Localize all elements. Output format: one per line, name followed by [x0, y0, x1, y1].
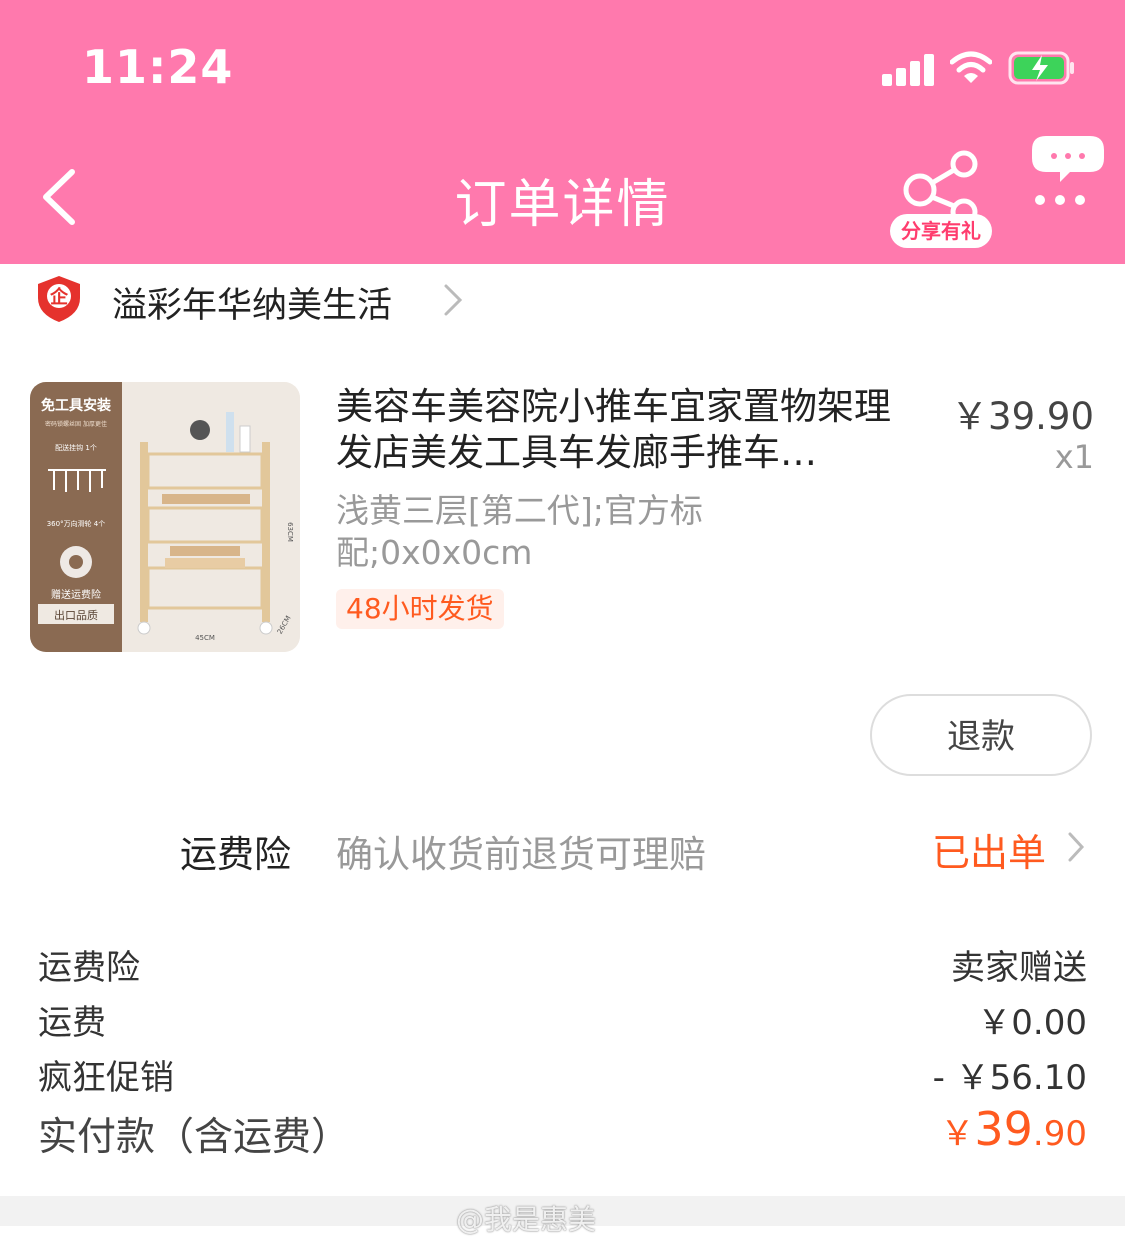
- status-time: 11:24: [82, 40, 234, 94]
- svg-text:45CM: 45CM: [195, 634, 215, 642]
- summary-label: 运费: [38, 1003, 106, 1043]
- total-currency: ￥: [940, 1114, 975, 1154]
- summary-label: 运费险: [38, 948, 140, 988]
- total-paid-amount: ￥39.90: [940, 1102, 1087, 1156]
- battery-icon: [1008, 51, 1074, 85]
- product-quantity: x1: [1054, 438, 1094, 476]
- svg-text:出口品质: 出口品质: [54, 608, 98, 622]
- product-title[interactable]: 美容车美容院小推车宜家置物架理发店美发工具车发廊手推车…: [336, 384, 916, 476]
- svg-text:360°万向滑轮 4个: 360°万向滑轮 4个: [47, 519, 106, 528]
- total-decimal: .90: [1032, 1114, 1087, 1154]
- summary-label: 疯狂促销: [38, 1058, 174, 1098]
- svg-text:密码锁螺丝固 加厚更佳: 密码锁螺丝固 加厚更佳: [45, 420, 107, 428]
- product-spec: 浅黄三层[第二代];官方标配;0x0x0cm: [336, 491, 703, 572]
- shipping-insurance-description: 确认收货前退货可理赔: [336, 833, 706, 876]
- product-image[interactable]: 免工具安装 密码锁螺丝固 加厚更佳 配送挂钩 1个 360°万向滑轮 4个 赠送…: [30, 382, 300, 652]
- cellular-signal-icon: [882, 52, 936, 86]
- summary-value: 卖家赠送: [951, 948, 1087, 988]
- enterprise-shield-icon: 企: [36, 274, 82, 324]
- svg-text:63CM: 63CM: [286, 522, 294, 542]
- svg-text:免工具安装: 免工具安装: [41, 397, 112, 414]
- chevron-right-icon[interactable]: [1064, 830, 1088, 864]
- total-integer: 39: [974, 1102, 1033, 1156]
- product-price: ￥39.90: [951, 395, 1094, 438]
- chevron-right-icon[interactable]: [438, 282, 466, 318]
- summary-value: - ￥56.10: [932, 1058, 1087, 1098]
- svg-text:配送挂钩 1个: 配送挂钩 1个: [55, 443, 97, 452]
- more-options-icon[interactable]: [1030, 132, 1106, 212]
- summary-value: ￥0.00: [977, 1003, 1087, 1043]
- svg-text:赠送运费险: 赠送运费险: [51, 588, 101, 601]
- enterprise-badge-glyph: 企: [49, 286, 69, 308]
- watermark: @我是惠美: [456, 1203, 597, 1236]
- total-paid-label: 实付款（含运费）: [38, 1115, 351, 1160]
- shipping-insurance-status[interactable]: 已出单: [932, 822, 1046, 877]
- shipping-insurance-label: 运费险: [180, 833, 291, 876]
- share-reward-label[interactable]: 分享有礼: [890, 214, 992, 248]
- shop-name[interactable]: 溢彩年华纳美生活: [112, 277, 392, 328]
- shipping-badge: 48小时发货: [336, 589, 504, 629]
- refund-button[interactable]: 退款: [870, 694, 1092, 776]
- wifi-icon: [950, 51, 992, 83]
